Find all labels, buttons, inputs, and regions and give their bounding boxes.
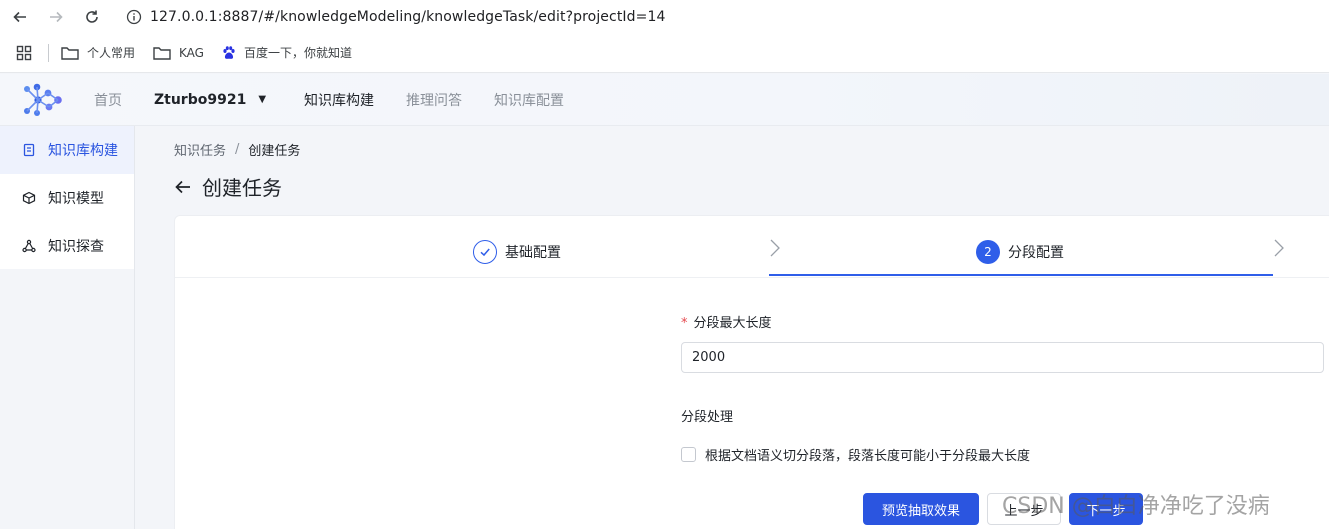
sidebar-item-label: 知识模型 bbox=[48, 191, 104, 207]
preview-extraction-button[interactable]: 预览抽取效果 bbox=[863, 493, 979, 525]
semantic-split-option[interactable]: 根据文档语义切分段落，段落长度可能小于分段最大长度 bbox=[681, 445, 1030, 464]
page-title-text: 创建任务 bbox=[202, 176, 282, 200]
page-title: 创建任务 bbox=[174, 172, 282, 201]
browser-toolbar: 127.0.0.1:8887/#/knowledgeModeling/knowl… bbox=[0, 0, 1329, 33]
graph-nodes-icon bbox=[22, 239, 36, 253]
breadcrumb-current: 创建任务 bbox=[248, 144, 301, 159]
chevron-right-icon bbox=[1273, 238, 1285, 262]
step-segment-config[interactable]: 2 分段配置 bbox=[976, 240, 1064, 264]
sidebar-item-label: 知识探查 bbox=[48, 239, 104, 255]
document-icon bbox=[23, 143, 35, 157]
forward-arrow-icon[interactable] bbox=[38, 0, 74, 33]
folder-icon bbox=[153, 46, 171, 60]
back-arrow-icon[interactable] bbox=[2, 0, 38, 33]
breadcrumb-separator: / bbox=[235, 142, 240, 157]
site-info-icon[interactable] bbox=[118, 9, 150, 25]
max-length-label: * 分段最大长度 bbox=[681, 312, 772, 331]
sidebar-item-knowledge-explore[interactable]: 知识探查 bbox=[0, 222, 134, 270]
steps-bar: 基础配置 2 分段配置 bbox=[175, 216, 1329, 278]
check-icon bbox=[473, 240, 497, 264]
active-step-underline bbox=[769, 274, 1273, 276]
required-mark: * bbox=[681, 316, 688, 331]
bookmark-label: KAG bbox=[179, 45, 204, 60]
baidu-paw-icon bbox=[223, 45, 235, 59]
url-text[interactable]: 127.0.0.1:8887/#/knowledgeModeling/knowl… bbox=[150, 9, 665, 25]
bookmark-folder-kag[interactable]: KAG bbox=[153, 46, 204, 60]
back-arrow-icon[interactable] bbox=[174, 178, 192, 196]
bookmark-folder-personal[interactable]: 个人常用 bbox=[61, 44, 135, 61]
chevron-right-icon bbox=[769, 238, 781, 262]
app-logo[interactable] bbox=[0, 74, 84, 126]
watermark: CSDN @白白净净吃了没病 bbox=[1002, 494, 1270, 519]
nav-kb-config[interactable]: 知识库配置 bbox=[494, 90, 564, 110]
app-header: 首页 Zturbo9921 ▼ 知识库构建 推理问答 知识库配置 bbox=[0, 74, 1329, 126]
apps-grid-icon[interactable] bbox=[0, 45, 48, 61]
step-label: 基础配置 bbox=[505, 245, 561, 261]
max-length-label-text: 分段最大长度 bbox=[693, 316, 772, 331]
breadcrumb: 知识任务 / 创建任务 bbox=[174, 140, 300, 159]
semantic-split-checkbox[interactable] bbox=[681, 447, 696, 462]
nav-home[interactable]: 首页 bbox=[94, 90, 122, 110]
sidebar-item-label: 知识库构建 bbox=[48, 143, 118, 159]
bookmark-label: 百度一下，你就知道 bbox=[243, 46, 352, 60]
breadcrumb-parent[interactable]: 知识任务 bbox=[174, 140, 226, 159]
step-number: 2 bbox=[976, 240, 1000, 264]
sidebar-divider bbox=[134, 126, 135, 529]
max-length-input[interactable] bbox=[681, 342, 1324, 373]
folder-icon bbox=[61, 46, 79, 60]
nav-knowledge-build[interactable]: 知识库构建 bbox=[304, 90, 374, 110]
step-label: 分段配置 bbox=[1008, 245, 1064, 261]
task-form-card: 基础配置 2 分段配置 * 分段最大长度 分段处理 根据文档语义切分段落，段落长度… bbox=[174, 215, 1329, 529]
bookmarks-bar: 个人常用 KAG 百度一下，你就知道 bbox=[0, 33, 1329, 73]
nav-reasoning-qa[interactable]: 推理问答 bbox=[406, 90, 462, 110]
bookmark-baidu[interactable]: 百度一下，你就知道 bbox=[222, 44, 352, 61]
caret-down-icon: ▼ bbox=[258, 94, 267, 105]
sidebar-item-knowledge-model[interactable]: 知识模型 bbox=[0, 174, 134, 222]
project-selector[interactable]: Zturbo9921 ▼ bbox=[154, 92, 266, 108]
project-name: Zturbo9921 bbox=[154, 91, 247, 108]
sidebar-item-knowledge-build[interactable]: 知识库构建 bbox=[0, 126, 134, 174]
cube-icon bbox=[22, 191, 36, 205]
semantic-split-label: 根据文档语义切分段落，段落长度可能小于分段最大长度 bbox=[705, 449, 1031, 464]
bookmarks-divider bbox=[48, 43, 49, 62]
sidebar: 知识库构建 知识模型 知识探查 bbox=[0, 126, 134, 269]
address-bar[interactable]: 127.0.0.1:8887/#/knowledgeModeling/knowl… bbox=[118, 2, 1329, 31]
segment-processing-label: 分段处理 bbox=[681, 410, 734, 425]
reload-icon[interactable] bbox=[74, 0, 110, 33]
logo-icon bbox=[24, 83, 62, 116]
bookmark-label: 个人常用 bbox=[87, 46, 136, 60]
step-basic-config[interactable]: 基础配置 bbox=[473, 240, 561, 264]
